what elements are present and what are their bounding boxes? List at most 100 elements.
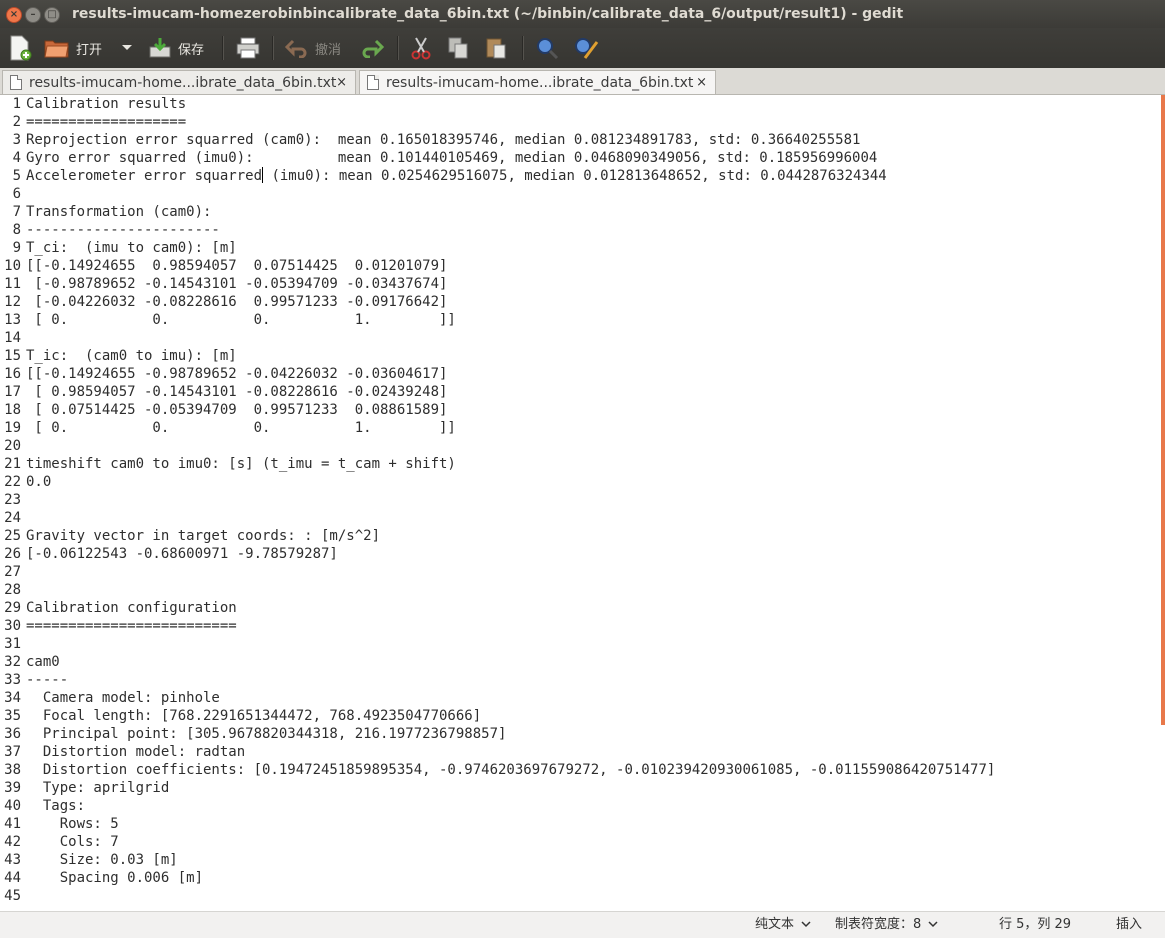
text-line[interactable]: [ 0. 0. 0. 1. ]] [26, 419, 1157, 437]
text-line[interactable]: T_ci: (imu to cam0): [m] [26, 239, 1157, 257]
text-line[interactable]: Principal point: [305.9678820344318, 216… [26, 725, 1157, 743]
line-number: 45 [4, 888, 21, 904]
text-line[interactable]: [ 0.98594057 -0.14543101 -0.08228616 -0.… [26, 383, 1157, 401]
text-line[interactable] [26, 491, 1157, 509]
close-tab-button[interactable]: × [336, 75, 347, 90]
text-line[interactable] [26, 887, 1157, 905]
text-line[interactable]: Cols: 7 [26, 833, 1157, 851]
text-line[interactable]: T_ic: (cam0 to imu): [m] [26, 347, 1157, 365]
text-line[interactable]: [-0.06122543 -0.68600971 -9.78579287] [26, 545, 1157, 563]
text-line[interactable]: Accelerometer error squarred (imu0): mea… [26, 167, 1157, 185]
text-line[interactable]: Spacing 0.006 [m] [26, 869, 1157, 887]
find-icon [537, 38, 559, 60]
save-label: 保存 [178, 42, 205, 58]
line-number: 6 [12, 186, 21, 202]
text-line[interactable]: [[-0.14924655 -0.98789652 -0.04226032 -0… [26, 365, 1157, 383]
text-line[interactable]: ----------------------- [26, 221, 1157, 239]
text-line[interactable]: cam0 [26, 653, 1157, 671]
toolbar-separator [222, 36, 224, 60]
save-icon [149, 38, 171, 58]
text-content[interactable]: Calibration results =================== Re… [26, 95, 1157, 911]
text-line[interactable]: Rows: 5 [26, 815, 1157, 833]
line-number: 42 [4, 834, 21, 850]
line-number: 41 [4, 816, 21, 832]
text-line[interactable]: [ 0. 0. 0. 1. ]] [26, 311, 1157, 329]
undo-label: 撤消 [315, 42, 342, 58]
maximize-window-button[interactable]: □ [44, 7, 60, 23]
tab-width-dropdown[interactable]: 制表符宽度：8 [835, 912, 938, 938]
text-line[interactable]: Calibration results [26, 95, 1157, 113]
vertical-scrollbar[interactable] [1161, 95, 1165, 725]
text-line[interactable] [26, 185, 1157, 203]
tab-document-1[interactable]: results-imucam-home...ibrate_data_6bin.t… [2, 70, 356, 94]
open-recent-dropdown[interactable] [120, 33, 134, 63]
text-line[interactable]: 0.0 [26, 473, 1157, 491]
text-line[interactable]: ----- [26, 671, 1157, 689]
text-line[interactable]: Focal length: [768.2291651344472, 768.49… [26, 707, 1157, 725]
text-line[interactable]: Gravity vector in target coords: : [m/s^… [26, 527, 1157, 545]
find-replace-icon [575, 38, 599, 59]
text-line[interactable]: Tags: [26, 797, 1157, 815]
text-line[interactable]: Gyro error squarred (imu0): mean 0.10144… [26, 149, 1157, 167]
text-line[interactable]: [[-0.14924655 0.98594057 0.07514425 0.01… [26, 257, 1157, 275]
tab-label: results-imucam-home...ibrate_data_6bin.t… [386, 74, 694, 91]
text-line[interactable] [26, 563, 1157, 581]
line-number: 2 [12, 114, 21, 130]
cut-button[interactable] [410, 33, 432, 63]
text-line[interactable] [26, 581, 1157, 599]
save-button[interactable]: 保存 [148, 33, 204, 63]
text-line[interactable]: =================== [26, 113, 1157, 131]
text-line[interactable]: Camera model: pinhole [26, 689, 1157, 707]
line-number: 3 [12, 132, 21, 148]
line-number: 16 [4, 366, 21, 382]
print-button[interactable] [235, 33, 261, 63]
copy-button[interactable] [447, 33, 469, 63]
text-line[interactable]: [-0.04226032 -0.08228616 0.99571233 -0.0… [26, 293, 1157, 311]
close-window-button[interactable]: × [6, 7, 22, 23]
line-number: 19 [4, 420, 21, 436]
redo-button[interactable] [360, 33, 384, 63]
text-line[interactable]: timeshift cam0 to imu0: [s] (t_imu = t_c… [26, 455, 1157, 473]
paste-icon [486, 38, 506, 59]
text-line[interactable] [26, 437, 1157, 455]
text-line[interactable]: Transformation (cam0): [26, 203, 1157, 221]
toolbar: 打开 保存 撤消 [0, 28, 1165, 68]
text-line[interactable] [26, 635, 1157, 653]
close-tab-button[interactable]: × [696, 75, 707, 90]
text-line[interactable]: [ 0.07514425 -0.05394709 0.99571233 0.08… [26, 401, 1157, 419]
line-number: 8 [12, 222, 21, 238]
text-line[interactable] [26, 329, 1157, 347]
minimize-window-button[interactable]: – [25, 7, 41, 23]
undo-button[interactable]: 撤消 [285, 33, 341, 63]
language-mode-dropdown[interactable]: 纯文本 [755, 912, 811, 938]
text-line[interactable]: Size: 0.03 [m] [26, 851, 1157, 869]
line-number: 7 [12, 204, 21, 220]
text-line[interactable]: Reprojection error squarred (cam0): mean… [26, 131, 1157, 149]
text-document-icon [367, 75, 379, 90]
find-replace-button[interactable] [573, 33, 599, 63]
text-line[interactable]: Type: aprilgrid [26, 779, 1157, 797]
tab-document-2[interactable]: results-imucam-home...ibrate_data_6bin.t… [359, 70, 716, 94]
tab-label: results-imucam-home...ibrate_data_6bin.t… [29, 74, 337, 91]
text-line[interactable]: Distortion model: radtan [26, 743, 1157, 761]
text-editor[interactable]: 1 2 3 4 5 6 7 8 9 10 11 12 13 14 15 16 17 18 19 20 21 22 23 24 2… [0, 95, 1165, 911]
print-icon [236, 37, 260, 59]
line-number: 29 [4, 600, 21, 616]
paste-button[interactable] [485, 33, 507, 63]
line-number: 28 [4, 582, 21, 598]
line-number: 36 [4, 726, 21, 742]
new-document-button[interactable] [8, 33, 32, 63]
text-line[interactable]: Distortion coefficients: [0.194724518598… [26, 761, 1157, 779]
text-line[interactable] [26, 509, 1157, 527]
text-line[interactable]: Calibration configuration [26, 599, 1157, 617]
line-number: 30 [4, 618, 21, 634]
open-button[interactable]: 打开 [44, 33, 102, 63]
text-line[interactable]: [-0.98789652 -0.14543101 -0.05394709 -0.… [26, 275, 1157, 293]
line-number: 33 [4, 672, 21, 688]
language-mode-label: 纯文本 [755, 917, 795, 932]
find-button[interactable] [535, 33, 559, 63]
window-title: results-imucam-homezerobinbincalibrate_d… [72, 6, 904, 22]
text-line[interactable]: ========================= [26, 617, 1157, 635]
line-number: 12 [4, 294, 21, 310]
cursor-position: 行 5，列 29 [999, 917, 1072, 932]
